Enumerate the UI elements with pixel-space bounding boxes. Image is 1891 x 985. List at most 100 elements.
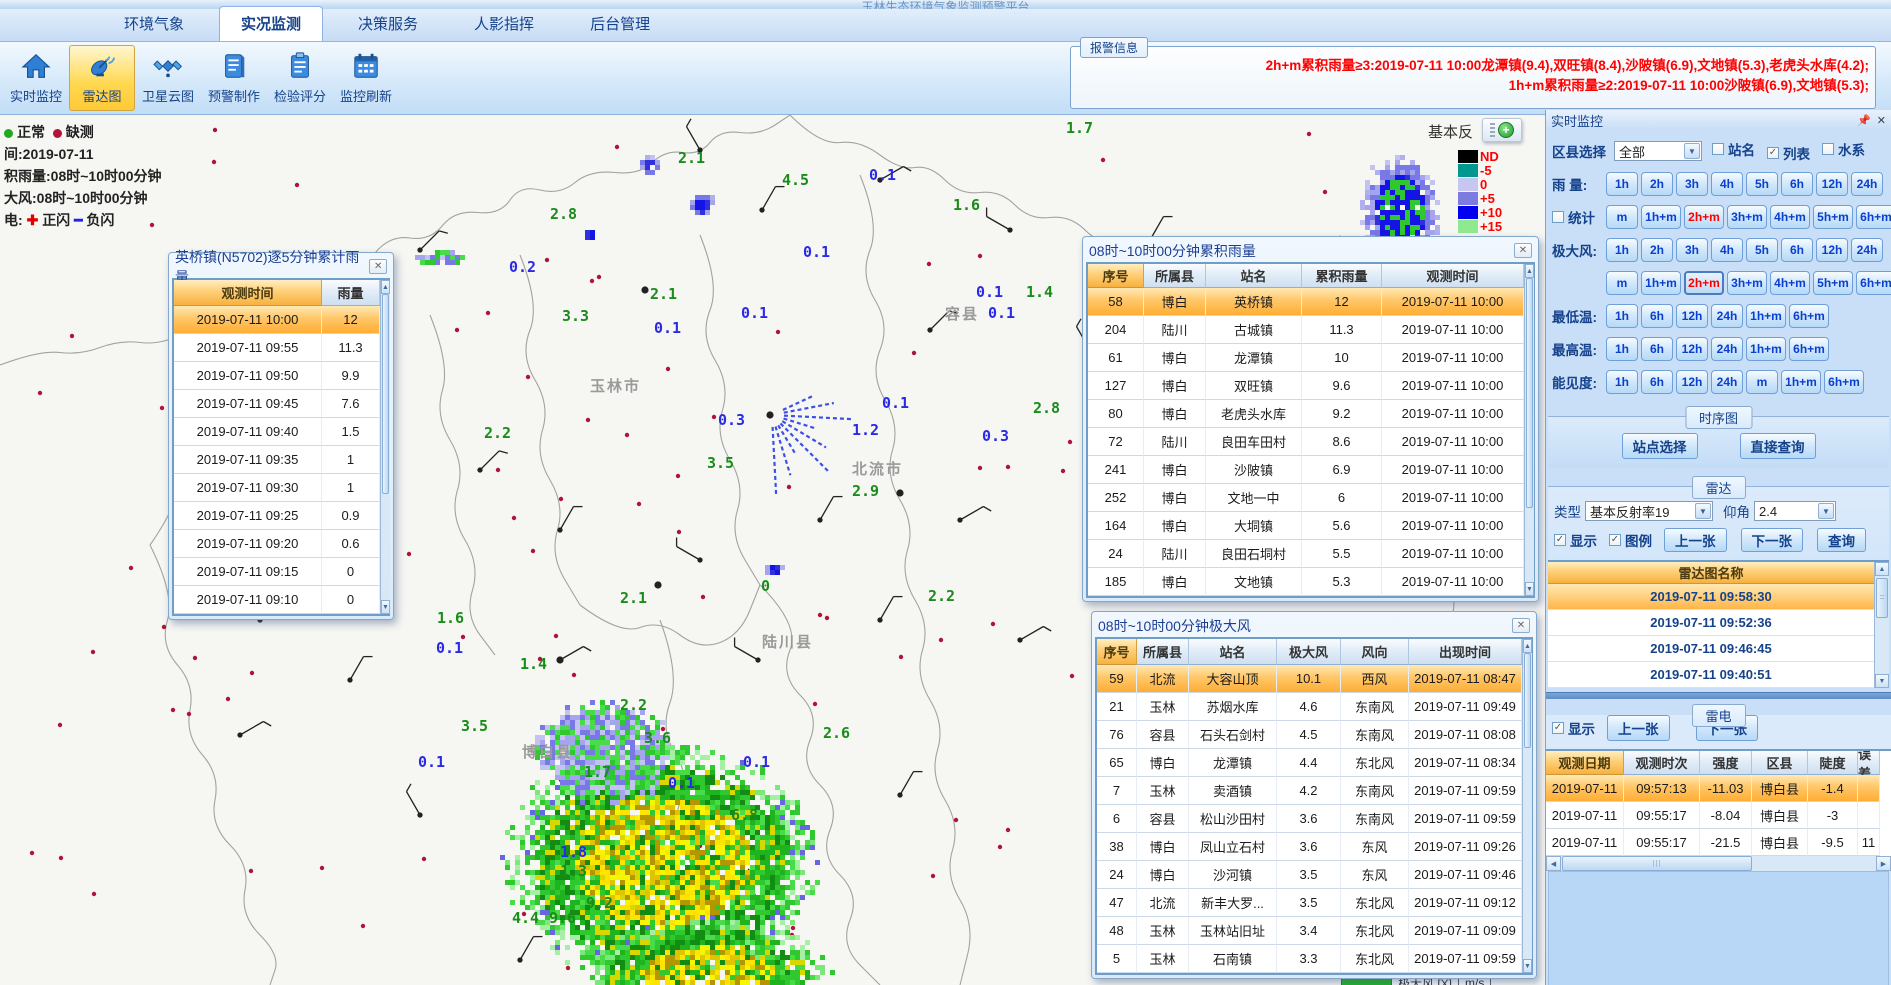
menu-tab-人影指挥[interactable]: 人影指挥	[453, 7, 555, 41]
scroll-left-icon[interactable]: ◀	[1546, 856, 1561, 871]
scroll-down-icon[interactable]: ▼	[1525, 582, 1534, 596]
button-上一张[interactable]: 上一张	[1607, 715, 1670, 741]
table-row[interactable]: 58博白英桥镇122019-07-11 10:00	[1088, 288, 1524, 316]
column-header-累积雨量[interactable]: 累积雨量	[1302, 264, 1382, 288]
column-header-极大风[interactable]: 极大风	[1277, 639, 1341, 665]
button-站点选择[interactable]: 站点选择	[1622, 433, 1698, 459]
panel-splitter[interactable]	[1546, 692, 1891, 699]
period-button-1h+m[interactable]: 1h+m	[1746, 304, 1786, 328]
period-button-4h+m[interactable]: 4h+m	[1770, 271, 1810, 295]
add-button[interactable]: +	[1498, 122, 1514, 138]
period-button-6h+m[interactable]: 6h+m	[1856, 271, 1891, 295]
table-row[interactable]: 241博白沙陂镇6.92019-07-11 10:00	[1088, 456, 1524, 484]
scroll-thumb[interactable]	[382, 294, 389, 494]
vertical-scrollbar[interactable]: ▲▼	[1522, 639, 1532, 973]
horizontal-scrollbar[interactable]: ◀▶	[1546, 856, 1891, 871]
period-button-3h+m[interactable]: 3h+m	[1727, 205, 1767, 229]
scroll-thumb[interactable]	[1524, 653, 1531, 748]
tool-button-监控刷新[interactable]: 监控刷新	[333, 45, 399, 111]
table-row[interactable]: 127博白双旺镇9.62019-07-11 10:00	[1088, 372, 1524, 400]
radar-type-select[interactable]: 基本反射率19▼	[1585, 501, 1713, 521]
scroll-thumb[interactable]	[1562, 856, 1752, 871]
column-header-雨量[interactable]: 雨量	[322, 280, 380, 306]
menu-tab-后台管理[interactable]: 后台管理	[569, 7, 671, 41]
scroll-down-icon[interactable]: ▼	[381, 600, 390, 614]
checkbox-box[interactable]: ✓	[1554, 534, 1566, 546]
table-row[interactable]: 2019-07-11 09:351	[174, 446, 380, 474]
radar-list-header[interactable]: 雷达图名称	[1548, 562, 1874, 584]
checkbox-图例[interactable]: ✓图例	[1609, 530, 1664, 550]
scroll-thumb[interactable]	[1526, 278, 1533, 508]
period-button-12h[interactable]: 12h	[1816, 238, 1848, 262]
table-row[interactable]: 2019-07-11 09:457.6	[174, 390, 380, 418]
tool-button-预警制作[interactable]: 预警制作	[201, 45, 267, 111]
checkbox-水系[interactable]: 水系	[1822, 139, 1877, 159]
period-button-4h[interactable]: 4h	[1711, 238, 1743, 262]
period-button-3h[interactable]: 3h	[1676, 172, 1708, 196]
scroll-thumb[interactable]	[1876, 578, 1888, 618]
column-header-站名[interactable]: 站名	[1189, 639, 1277, 665]
table-row[interactable]: 252博白文地一中62019-07-11 10:00	[1088, 484, 1524, 512]
checkbox-box[interactable]: ✓	[1552, 722, 1564, 734]
period-button-6h[interactable]: 6h	[1641, 370, 1673, 394]
chevron-down-icon[interactable]: ▼	[1695, 503, 1711, 519]
close-icon[interactable]: ✕	[369, 259, 387, 274]
period-button-6h[interactable]: 6h	[1781, 172, 1813, 196]
vertical-scrollbar[interactable]: ▲▼	[1874, 562, 1889, 688]
table-row[interactable]: 38博白凤山立石村3.6东风2019-07-11 09:26	[1097, 833, 1522, 861]
radar-list-item[interactable]: 2019-07-11 09:40:51	[1548, 662, 1874, 688]
button-下一张[interactable]: 下一张	[1741, 528, 1804, 552]
table-row[interactable]: 164博白大垌镇5.62019-07-11 10:00	[1088, 512, 1524, 540]
period-button-24h[interactable]: 24h	[1711, 337, 1743, 361]
column-header-区县[interactable]: 区县	[1752, 751, 1808, 775]
scroll-track[interactable]	[381, 294, 390, 600]
period-button-6h+m[interactable]: 6h+m	[1856, 205, 1891, 229]
table-row[interactable]: 5玉林石南镇3.3东北风2019-07-11 09:59	[1097, 945, 1522, 973]
period-button-1h+m[interactable]: 1h+m	[1641, 271, 1681, 295]
period-button-5h[interactable]: 5h	[1746, 172, 1778, 196]
period-button-12h[interactable]: 12h	[1676, 370, 1708, 394]
period-button-6h+m[interactable]: 6h+m	[1789, 337, 1829, 361]
column-header-所属县[interactable]: 所属县	[1137, 639, 1189, 665]
table-row[interactable]: 2019-07-11 09:100	[174, 586, 380, 614]
table-row[interactable]: 59北流大容山顶10.1西风2019-07-11 08:47	[1097, 665, 1522, 693]
scroll-up-icon[interactable]: ▲	[381, 280, 390, 294]
column-header-观测日期[interactable]: 观测日期	[1546, 751, 1624, 775]
column-header-风向[interactable]: 风向	[1341, 639, 1409, 665]
vertical-scrollbar[interactable]: ▲▼	[380, 280, 390, 614]
checkbox-显示[interactable]: ✓显示	[1554, 530, 1609, 550]
radar-list-item[interactable]: 2019-07-11 09:52:36	[1548, 610, 1874, 636]
period-button-24h[interactable]: 24h	[1711, 304, 1743, 328]
table-row[interactable]: 185博白文地镇5.32019-07-11 10:00	[1088, 568, 1524, 596]
column-header-观测时次[interactable]: 观测时次	[1624, 751, 1700, 775]
checkbox-显示[interactable]: ✓显示	[1552, 718, 1607, 738]
scroll-track[interactable]	[1523, 653, 1532, 959]
scroll-down-icon[interactable]: ▼	[1875, 674, 1889, 688]
rain-accum-dialog-titlebar[interactable]: 08时~10时00分钟累积雨量✕	[1086, 239, 1535, 262]
checkbox-box[interactable]	[1822, 143, 1834, 155]
close-icon[interactable]: ✕	[1514, 243, 1532, 258]
period-button-1h+m[interactable]: 1h+m	[1746, 337, 1786, 361]
period-button-6h[interactable]: 6h	[1641, 304, 1673, 328]
column-header-强度[interactable]: 强度	[1700, 751, 1752, 775]
checkbox-box[interactable]: ✓	[1767, 147, 1779, 159]
table-row[interactable]: 2019-07-1109:57:13-11.03博白县-1.4	[1546, 775, 1891, 802]
table-row[interactable]: 48玉林玉林站旧址3.4东北风2019-07-11 09:09	[1097, 917, 1522, 945]
period-button-6h[interactable]: 6h	[1641, 337, 1673, 361]
checkbox-列表[interactable]: ✓列表	[1767, 143, 1822, 163]
table-row[interactable]: 24博白沙河镇3.5东风2019-07-11 09:46	[1097, 861, 1522, 889]
table-row[interactable]: 21玉林苏烟水库4.6东南风2019-07-11 09:49	[1097, 693, 1522, 721]
table-row[interactable]: 47北流新丰大罗...3.5东北风2019-07-11 09:12	[1097, 889, 1522, 917]
checkbox-box[interactable]	[1552, 211, 1564, 223]
table-row[interactable]: 2019-07-1109:55:17-8.04博白县-3	[1546, 802, 1891, 829]
table-row[interactable]: 2019-07-11 09:200.6	[174, 530, 380, 558]
period-button-6h[interactable]: 6h	[1781, 238, 1813, 262]
chevron-down-icon[interactable]: ▼	[1684, 143, 1700, 159]
table-row[interactable]: 65博白龙潭镇4.4东北风2019-07-11 08:34	[1097, 749, 1522, 777]
period-button-2h+m[interactable]: 2h+m	[1684, 271, 1724, 295]
button-直接查询[interactable]: 直接查询	[1740, 433, 1816, 459]
period-button-4h[interactable]: 4h	[1711, 172, 1743, 196]
period-button-12h[interactable]: 12h	[1816, 172, 1848, 196]
panel-titlebar[interactable]: 实时监控📌✕	[1546, 110, 1891, 130]
radar-list-item[interactable]: 2019-07-11 09:58:30	[1548, 584, 1874, 610]
